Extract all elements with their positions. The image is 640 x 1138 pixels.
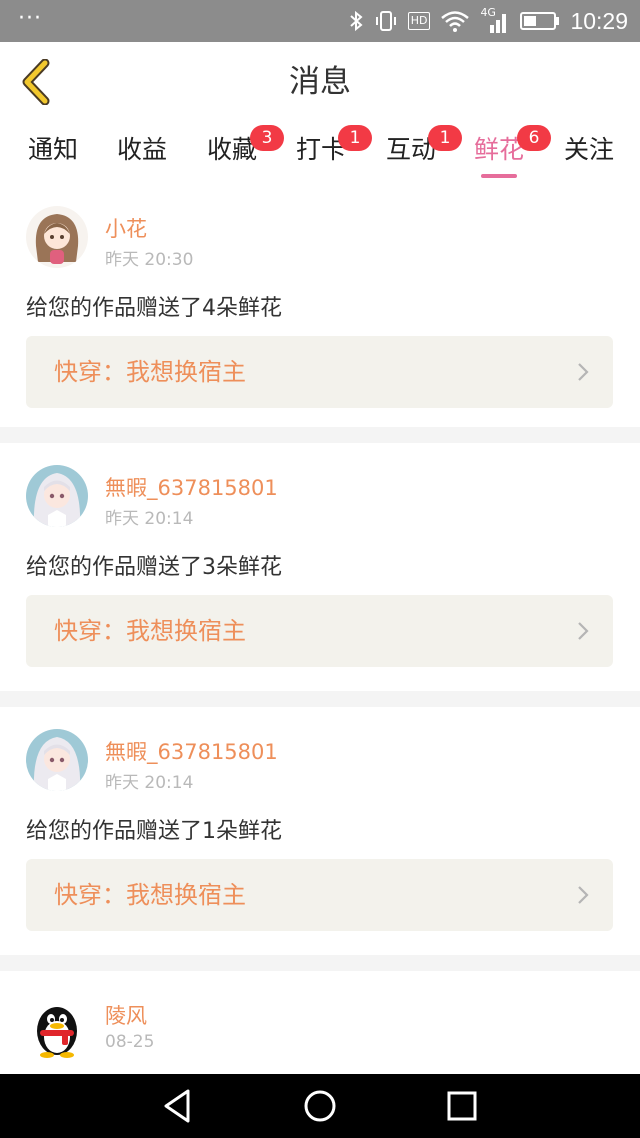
tab-favorites[interactable]: 收藏 3	[205, 125, 284, 182]
list-item: 陵风 08-25	[0, 971, 640, 1074]
chevron-right-icon	[578, 886, 589, 904]
username[interactable]: 無暇_637815801	[105, 736, 278, 766]
tab-badge: 1	[338, 125, 372, 151]
tab-follow[interactable]: 关注	[562, 132, 616, 182]
hd-icon: HD	[407, 12, 431, 30]
list-item: 小花 昨天 20:30 给您的作品赠送了4朵鲜花 快穿：我想换宿主	[0, 184, 640, 427]
girl-brown-hair-avatar[interactable]	[26, 206, 88, 268]
navigation-bar	[0, 1074, 640, 1138]
username[interactable]: 小花	[105, 213, 147, 243]
tab-badge: 6	[517, 125, 551, 151]
status-bar: ··· HD 4G 10:29	[0, 0, 640, 42]
home-circle-icon[interactable]	[300, 1086, 340, 1126]
bluetooth-icon	[350, 10, 363, 32]
recents-square-icon[interactable]	[442, 1086, 482, 1126]
tab-label: 关注	[563, 135, 614, 164]
penguin-avatar[interactable]	[26, 997, 88, 1059]
timestamp: 昨天 20:14	[105, 773, 194, 793]
more-dots-icon: ···	[18, 6, 42, 31]
chevron-right-icon	[578, 363, 589, 381]
tab-bar: 通知 收益 收藏 3 打卡 1 互动 1 鲜花 6 关注	[0, 122, 640, 184]
tab-earnings[interactable]: 收益	[115, 132, 169, 182]
message-list[interactable]: 小花 昨天 20:30 给您的作品赠送了4朵鲜花 快穿：我想换宿主 無暇_637…	[0, 184, 640, 1074]
book-link[interactable]: 快穿：我想换宿主	[26, 336, 613, 408]
girl-white-hair-avatar[interactable]	[26, 729, 88, 791]
tab-flowers[interactable]: 鲜花 6	[472, 125, 551, 182]
tab-label: 通知	[27, 135, 78, 164]
tab-badge: 3	[250, 125, 284, 151]
tab-label: 收益	[116, 135, 167, 164]
message-text: 给您的作品赠送了4朵鲜花	[26, 296, 282, 321]
wifi-icon	[441, 11, 470, 32]
list-item: 無暇_637815801 昨天 20:14 给您的作品赠送了1朵鲜花 快穿：我想…	[0, 707, 640, 955]
girl-white-hair-avatar[interactable]	[26, 465, 88, 527]
message-text: 给您的作品赠送了3朵鲜花	[26, 555, 282, 580]
list-item: 無暇_637815801 昨天 20:14 给您的作品赠送了3朵鲜花 快穿：我想…	[0, 443, 640, 691]
book-title: 快穿：我想换宿主	[54, 358, 246, 386]
book-link[interactable]: 快穿：我想换宿主	[26, 859, 613, 931]
tab-notice[interactable]: 通知	[26, 132, 80, 182]
timestamp: 昨天 20:30	[105, 250, 194, 270]
book-title: 快穿：我想换宿主	[54, 617, 246, 645]
book-link[interactable]: 快穿：我想换宿主	[26, 595, 613, 667]
chevron-right-icon	[578, 622, 589, 640]
page-title: 消息	[289, 64, 351, 100]
tab-checkin[interactable]: 打卡 1	[294, 125, 372, 182]
clock: 10:29	[570, 7, 628, 34]
username[interactable]: 無暇_637815801	[105, 472, 278, 502]
active-tab-indicator	[481, 174, 517, 178]
header: 消息	[0, 42, 640, 123]
vibrate-icon	[375, 11, 396, 31]
book-title: 快穿：我想换宿主	[54, 881, 246, 909]
message-text: 给您的作品赠送了1朵鲜花	[26, 819, 282, 844]
back-triangle-icon[interactable]	[158, 1086, 198, 1126]
tab-interaction[interactable]: 互动 1	[384, 125, 462, 182]
signal-icon: 4G	[480, 6, 510, 34]
tab-badge: 1	[428, 125, 462, 151]
battery-icon	[520, 12, 560, 30]
timestamp: 08-25	[105, 1032, 155, 1052]
timestamp: 昨天 20:14	[105, 509, 194, 529]
username[interactable]: 陵风	[105, 1000, 147, 1030]
